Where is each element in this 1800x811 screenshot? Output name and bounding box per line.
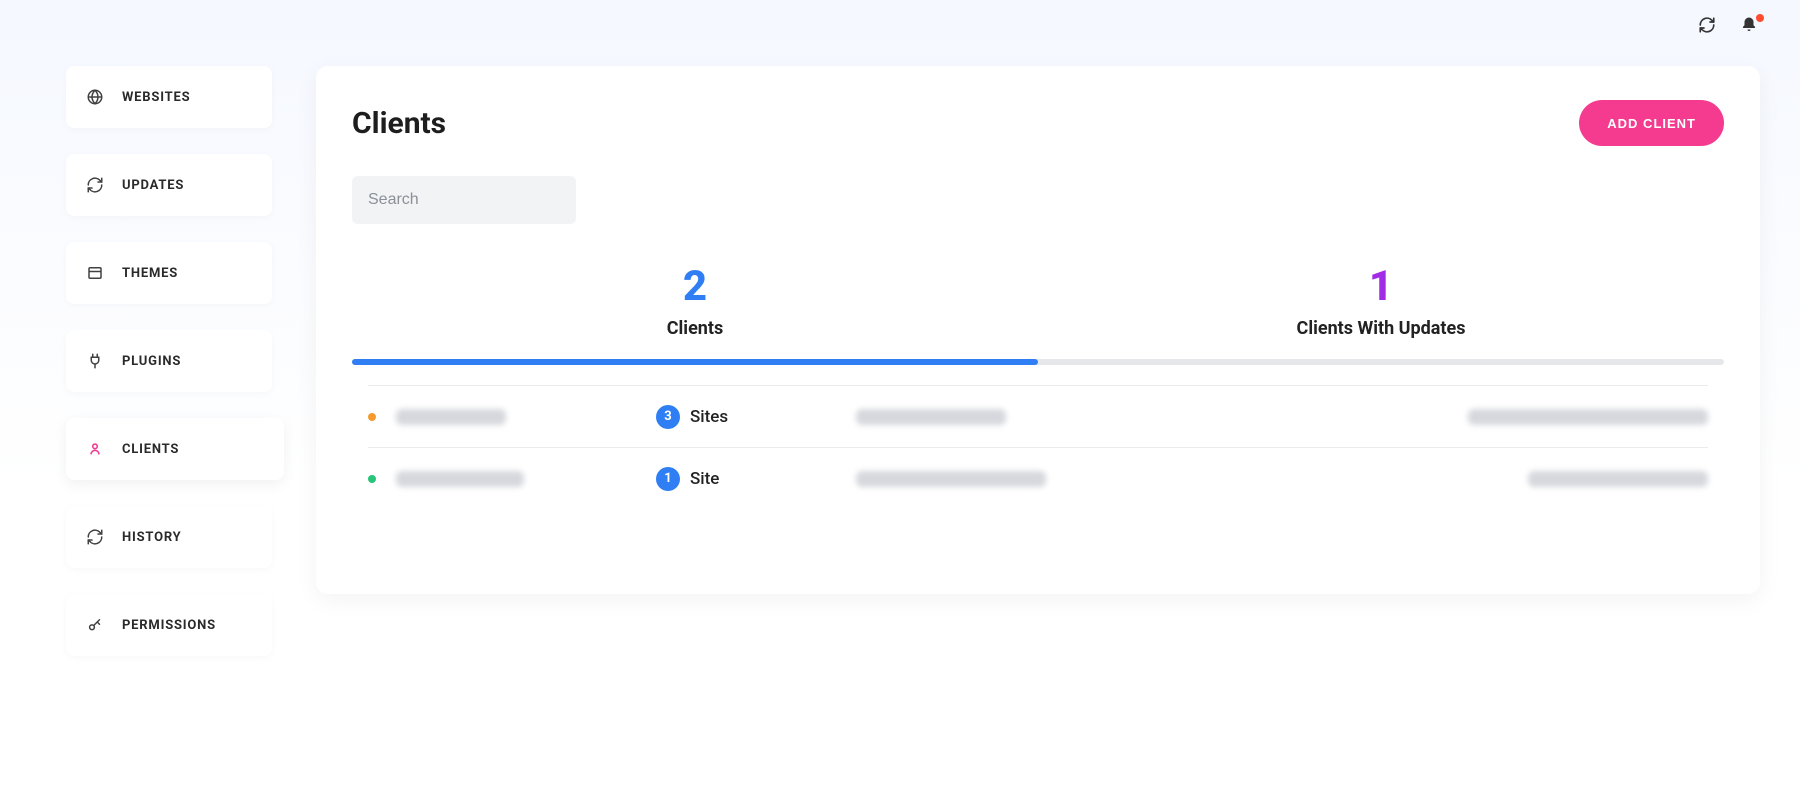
globe-icon bbox=[86, 88, 104, 106]
sidebar-item-label: PERMISSIONS bbox=[122, 618, 216, 633]
sidebar-item-label: HISTORY bbox=[122, 530, 182, 545]
user-icon bbox=[86, 440, 104, 458]
tab-indicator bbox=[352, 359, 1038, 365]
sidebar-item-label: WEBSITES bbox=[122, 90, 190, 105]
client-rows: 3 Sites 1 Site bbox=[352, 385, 1724, 509]
status-dot bbox=[368, 475, 376, 483]
client-name bbox=[396, 409, 506, 425]
client-email bbox=[1528, 471, 1708, 487]
status-dot bbox=[368, 413, 376, 421]
topbar bbox=[1698, 16, 1760, 36]
sites-count-badge: 3 bbox=[656, 405, 680, 429]
tab-count: 2 bbox=[352, 266, 1038, 308]
sidebar-item-themes[interactable]: THEMES bbox=[66, 242, 272, 304]
sidebar-item-clients[interactable]: CLIENTS bbox=[66, 418, 284, 480]
client-company bbox=[856, 409, 1006, 425]
page-title: Clients bbox=[352, 106, 446, 141]
notification-dot bbox=[1756, 14, 1764, 22]
tab-label: Clients bbox=[352, 318, 1038, 339]
tab-clients-with-updates[interactable]: 1 Clients With Updates bbox=[1038, 266, 1724, 359]
sidebar-item-history[interactable]: HISTORY bbox=[66, 506, 272, 568]
sites-count-badge: 1 bbox=[656, 467, 680, 491]
sync-icon bbox=[86, 528, 104, 546]
tab-clients[interactable]: 2 Clients bbox=[352, 266, 1038, 359]
sites-label: Site bbox=[690, 469, 719, 489]
tab-track bbox=[352, 359, 1724, 365]
table-row[interactable]: 1 Site bbox=[368, 447, 1708, 509]
sidebar-item-label: CLIENTS bbox=[122, 442, 179, 457]
tab-count: 1 bbox=[1038, 266, 1724, 308]
stats-tabs: 2 Clients 1 Clients With Updates bbox=[352, 266, 1724, 359]
refresh-icon[interactable] bbox=[1698, 16, 1718, 36]
sidebar-item-updates[interactable]: UPDATES bbox=[66, 154, 272, 216]
add-client-button[interactable]: ADD CLIENT bbox=[1579, 100, 1724, 146]
plug-icon bbox=[86, 352, 104, 370]
client-email bbox=[1468, 409, 1708, 425]
search bbox=[352, 176, 1724, 224]
sync-icon bbox=[86, 176, 104, 194]
sites-label: Sites bbox=[690, 407, 728, 427]
table-row[interactable]: 3 Sites bbox=[368, 385, 1708, 447]
sidebar-item-label: PLUGINS bbox=[122, 354, 181, 369]
bell-icon[interactable] bbox=[1740, 16, 1760, 36]
tab-label: Clients With Updates bbox=[1038, 318, 1724, 339]
search-input[interactable] bbox=[352, 176, 576, 224]
sidebar-item-permissions[interactable]: PERMISSIONS bbox=[66, 594, 272, 656]
sidebar-item-websites[interactable]: WEBSITES bbox=[66, 66, 272, 128]
window-icon bbox=[86, 264, 104, 282]
sidebar-item-label: THEMES bbox=[122, 266, 178, 281]
client-company bbox=[856, 471, 1046, 487]
sidebar-item-label: UPDATES bbox=[122, 178, 184, 193]
client-name bbox=[396, 471, 524, 487]
main-card: Clients ADD CLIENT 2 Clients 1 Clients W… bbox=[316, 66, 1760, 594]
key-icon bbox=[86, 616, 104, 634]
sidebar-item-plugins[interactable]: PLUGINS bbox=[66, 330, 272, 392]
sidebar: WEBSITES UPDATES THEMES PLUGINS CLIENTS bbox=[66, 66, 272, 791]
